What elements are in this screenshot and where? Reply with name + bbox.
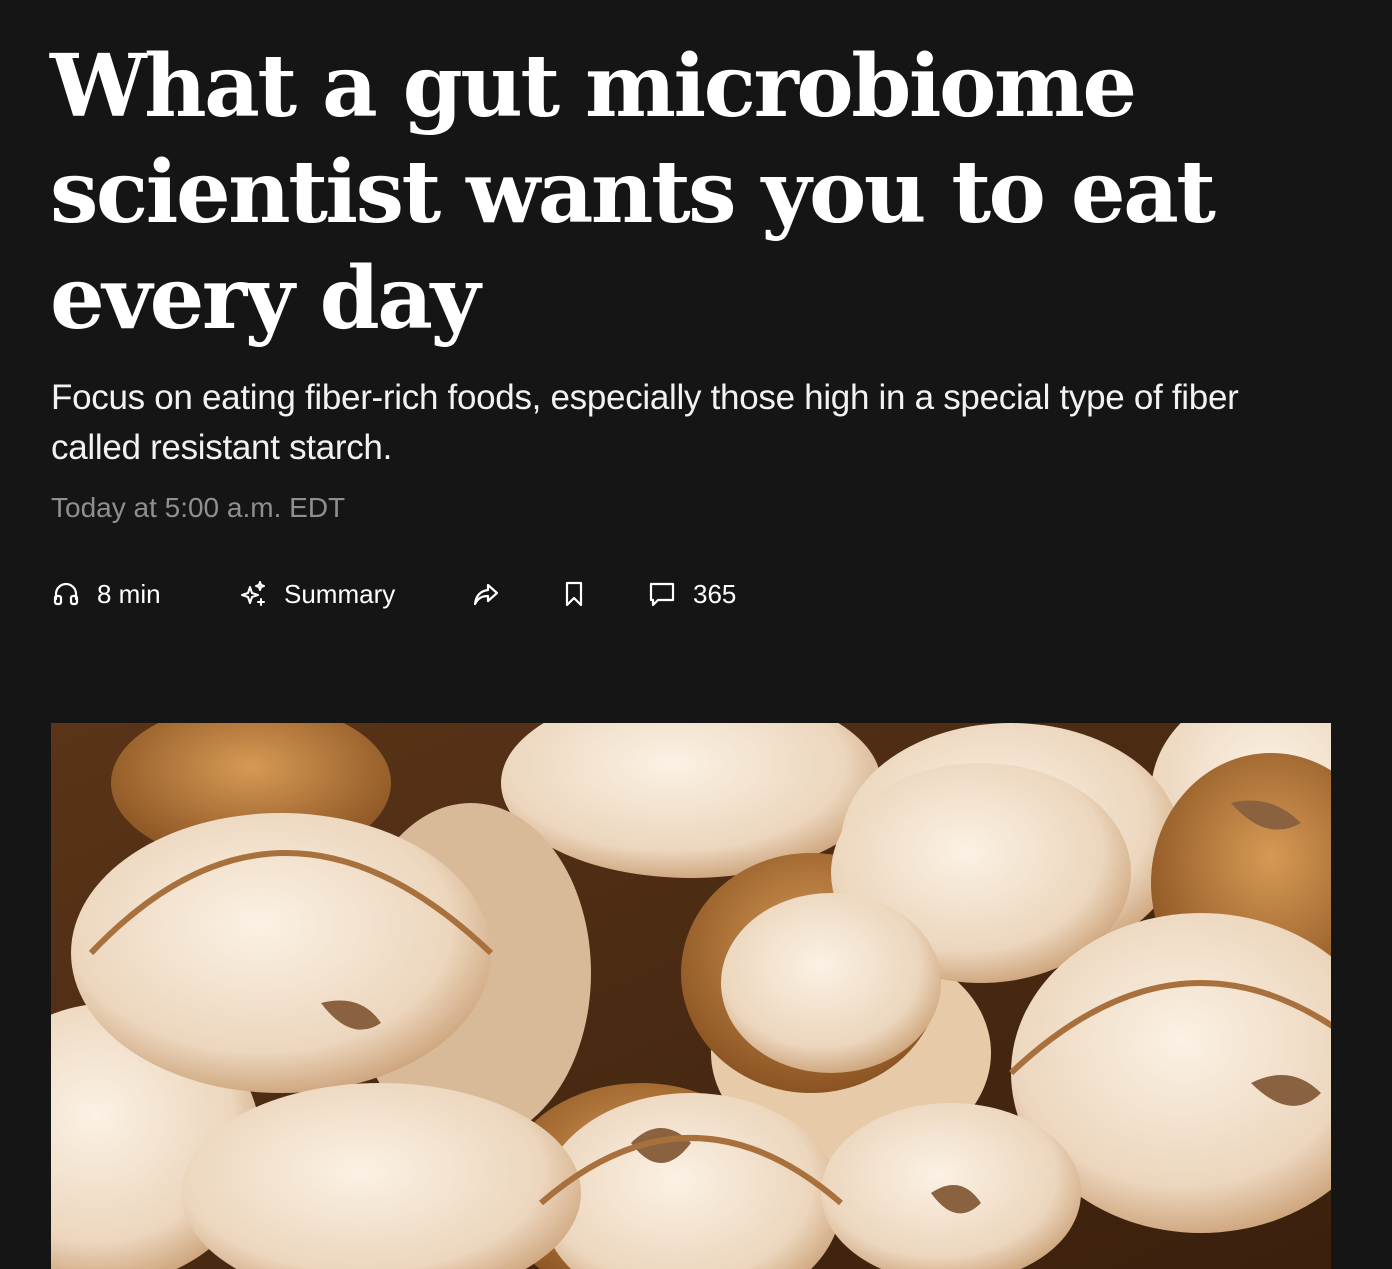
listen-button[interactable]: 8 min xyxy=(51,573,238,615)
summary-label: Summary xyxy=(284,578,396,609)
comments-button[interactable]: 365 xyxy=(647,573,736,615)
comment-icon xyxy=(647,579,677,609)
summary-button[interactable]: Summary xyxy=(238,573,471,615)
article-page: What a gut microbiome scientist wants yo… xyxy=(0,0,1392,1269)
bookmark-button[interactable] xyxy=(559,573,647,615)
share-arrow-icon xyxy=(471,579,501,609)
headline: What a gut microbiome scientist wants yo… xyxy=(50,36,1216,349)
publish-timestamp: Today at 5:00 a.m. EDT xyxy=(51,492,346,523)
sparkle-icon xyxy=(238,579,268,609)
article-toolbar: 8 min Summary 365 xyxy=(51,573,736,615)
comment-count: 365 xyxy=(693,578,737,609)
bookmark-icon xyxy=(559,579,589,609)
listen-duration-label: 8 min xyxy=(97,578,161,609)
headphones-icon xyxy=(51,579,81,609)
mushroom-photo-illustration xyxy=(51,723,1331,1269)
share-button[interactable] xyxy=(471,573,559,615)
subheadline: Focus on eating fiber-rich foods, especi… xyxy=(51,378,1239,467)
hero-image xyxy=(51,723,1331,1269)
